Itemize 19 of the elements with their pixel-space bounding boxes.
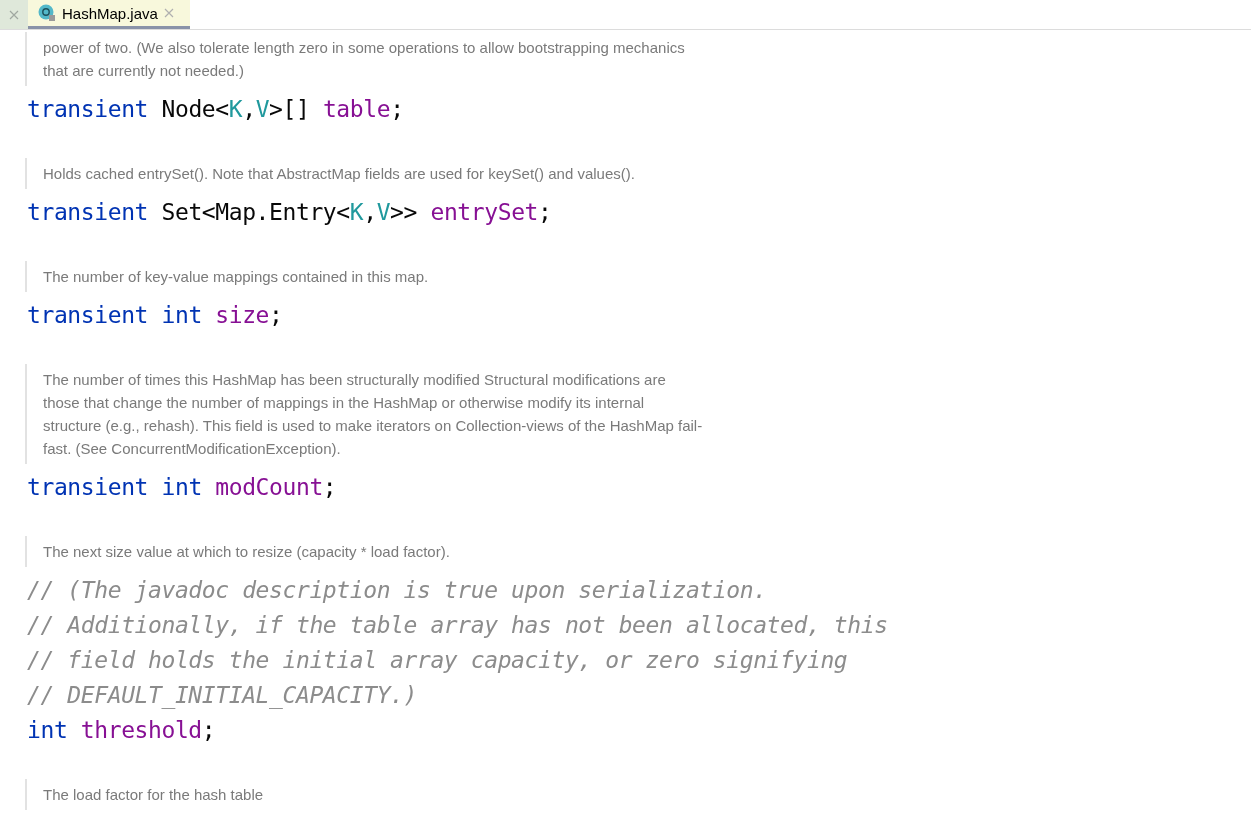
doc-comment: The number of times this HashMap has been structurally modified Structural modifications are those that change the number of mappings in the HashMap or otherwise modify its internal structure (e.g., rehash). This field is used to make iterators on Collection-views of the HashMap fail- fast. (See ConcurrentModificationException). bbox=[25, 364, 703, 464]
doc-comment: The number of key-value mappings contained in this map. bbox=[25, 261, 429, 292]
code-line: transient Set<Map.Entry<K,V>> entrySet; bbox=[27, 198, 553, 227]
doc-comment: power of two. (We also tolerate length zero in some operations to allow bootstrapping mechanics that are currently not needed.) bbox=[25, 32, 685, 86]
doc-comment: Holds cached entrySet(). Note that AbstractMap fields are used for keySet() and values(). bbox=[25, 158, 635, 189]
file-tab[interactable]: HashMap.java bbox=[28, 0, 190, 29]
code-comment: // (The javadoc description is true upon serialization. bbox=[27, 576, 768, 605]
code-line: transient Node<K,V>[] table; bbox=[27, 95, 405, 124]
close-icon[interactable] bbox=[163, 8, 174, 18]
code-comment: // Additionally, if the table array has not been allocated, this bbox=[27, 611, 889, 640]
doc-comment: The next size value at which to resize (capacity * load factor). bbox=[25, 536, 450, 567]
class-icon bbox=[38, 4, 56, 22]
code-line: int threshold; bbox=[27, 716, 217, 745]
code-line: transient int size; bbox=[27, 301, 284, 330]
code-line: transient int modCount; bbox=[27, 473, 338, 502]
close-icon[interactable] bbox=[9, 9, 19, 20]
code-comment: // field holds the initial array capacity, or zero signifying bbox=[27, 646, 849, 675]
code-comment: // DEFAULT_INITIAL_CAPACITY.) bbox=[27, 681, 418, 711]
doc-comment: The load factor for the hash table bbox=[25, 779, 264, 810]
